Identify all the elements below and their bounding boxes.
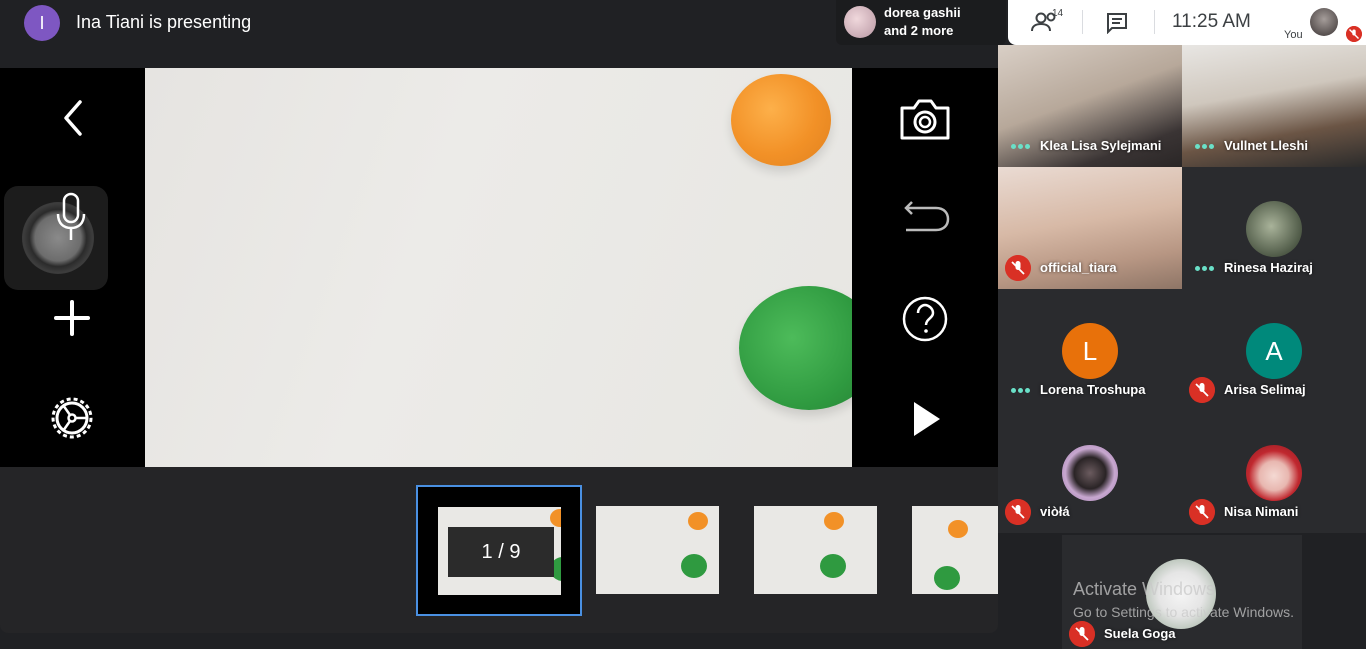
participant-name: Arisa Selimaj <box>1224 382 1306 397</box>
mic-off-icon <box>1069 621 1095 647</box>
gear-icon[interactable] <box>46 392 98 444</box>
participant-tile[interactable]: Klea Lisa Sylejmani <box>998 45 1182 167</box>
thumbnail-3[interactable] <box>754 506 877 594</box>
participant-name: viòłá <box>1040 504 1070 519</box>
participant-tile[interactable]: Rinesa Haziraj <box>1182 167 1366 289</box>
undo-icon[interactable] <box>898 192 952 246</box>
back-icon[interactable] <box>56 98 92 138</box>
green-ball <box>739 286 852 410</box>
thumbnail-1[interactable]: 1 / 9 <box>438 507 561 595</box>
you-label: You <box>1284 29 1303 41</box>
you-avatar[interactable] <box>1310 8 1338 36</box>
thumb-green <box>934 566 960 590</box>
thumb-orange <box>688 512 708 530</box>
speaking-indicator-icon <box>1011 388 1031 394</box>
mic-off-icon <box>1005 499 1031 525</box>
speaking-indicator-icon <box>1195 266 1215 272</box>
camera-icon[interactable] <box>898 92 952 146</box>
meeting-toolbar: 14 11:25 AM You <box>1008 0 1366 45</box>
right-toolbar <box>852 68 998 467</box>
presenting-label: Ina Tiani is presenting <box>76 12 252 32</box>
thumbnail-4[interactable] <box>912 506 998 594</box>
participant-tile[interactable]: Nisa Nimani <box>1182 411 1366 533</box>
participant-name: Klea Lisa Sylejmani <box>1040 138 1162 153</box>
participant-name: Nisa Nimani <box>1224 504 1299 519</box>
participant-avatar <box>1062 445 1118 501</box>
divider <box>1082 10 1083 34</box>
notification-avatar <box>844 6 876 38</box>
participant-tile[interactable]: viòłá <box>998 411 1182 533</box>
participant-avatar: A <box>1246 323 1302 379</box>
help-icon[interactable] <box>898 292 952 346</box>
participant-name: Rinesa Haziraj <box>1224 260 1313 275</box>
mic-icon <box>56 192 86 240</box>
notification-more: and 2 more <box>884 23 954 38</box>
speaking-indicator-icon <box>1011 144 1031 150</box>
join-notification[interactable]: dorea gashii and 2 more <box>836 0 1006 45</box>
mic-off-icon <box>1189 499 1215 525</box>
record-audio-button[interactable] <box>4 186 108 290</box>
participant-tile[interactable]: Vullnet Lleshi <box>1182 45 1366 167</box>
thumb-green <box>681 554 707 578</box>
mic-off-icon <box>1346 26 1362 42</box>
plus-icon[interactable] <box>52 298 92 338</box>
activation-watermark-subtitle: Go to Settings to activate Windows. <box>1073 604 1294 620</box>
thumb-orange <box>948 520 968 538</box>
participant-count: 14 <box>1052 8 1064 19</box>
presenter-avatar: I <box>24 5 60 41</box>
meet-window: I Ina Tiani is presenting dorea gashii a… <box>0 0 1366 649</box>
speaking-indicator-icon <box>1195 144 1215 150</box>
presentation-view <box>0 68 998 467</box>
orange-ball <box>731 74 831 166</box>
participant-avatar: L <box>1062 323 1118 379</box>
current-slide <box>145 68 852 467</box>
clock: 11:25 AM <box>1172 11 1251 32</box>
participant-avatar <box>1246 201 1302 257</box>
activation-watermark-title: Activate Windows <box>1073 579 1216 599</box>
thumb-green <box>820 554 846 578</box>
participant-name: official_tiara <box>1040 260 1117 275</box>
left-toolbar <box>0 68 145 467</box>
participant-grid: Klea Lisa Sylejmani Vullnet Lleshi offic… <box>998 45 1366 649</box>
participant-tile[interactable]: L Lorena Troshupa <box>998 289 1182 411</box>
participant-name: Lorena Troshupa <box>1040 382 1146 397</box>
chat-icon[interactable] <box>1106 12 1128 34</box>
mic-off-icon <box>1189 377 1215 403</box>
participant-tile[interactable]: A Arisa Selimaj <box>1182 289 1366 411</box>
page-indicator: 1 / 9 <box>448 527 554 577</box>
play-icon[interactable] <box>898 392 952 446</box>
thumb-orange <box>550 509 561 527</box>
divider <box>1154 10 1155 34</box>
thumb-orange <box>824 512 844 530</box>
notification-name: dorea gashii <box>884 5 961 20</box>
participant-avatar <box>1246 445 1302 501</box>
slide-filmstrip: 1 / 9 <box>0 467 998 633</box>
participant-name: Suela Goga <box>1104 626 1176 641</box>
participant-tile[interactable]: official_tiara <box>998 167 1182 289</box>
thumbnail-2[interactable] <box>596 506 719 594</box>
participant-name: Vullnet Lleshi <box>1224 138 1309 153</box>
mic-off-icon <box>1005 255 1031 281</box>
thumbnail-selected[interactable]: 1 / 9 <box>416 485 582 616</box>
